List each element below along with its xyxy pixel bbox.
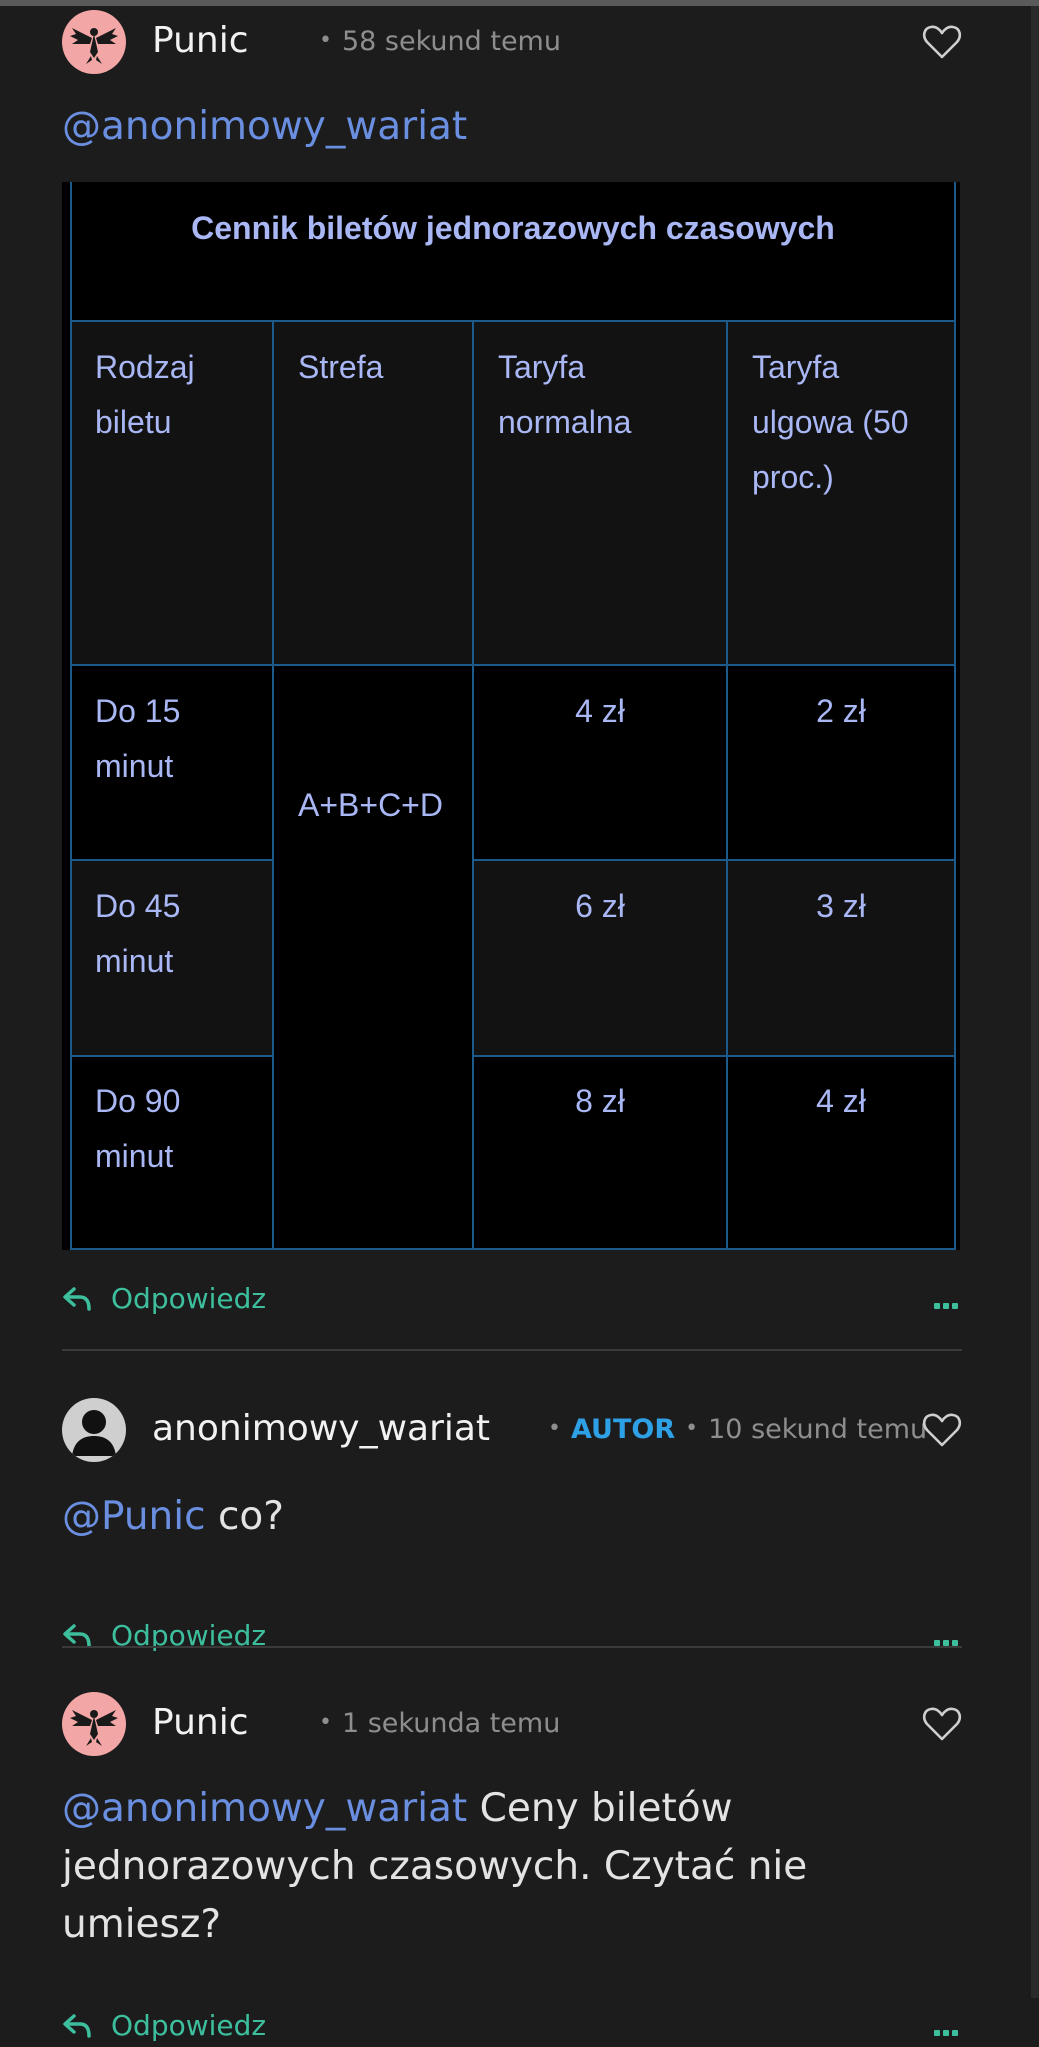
table-line (70, 320, 956, 322)
heart-icon[interactable] (922, 24, 962, 60)
ticket-price-table-image: Cennik biletów jednorazowych czasowych R… (62, 182, 960, 1250)
table-line (272, 320, 274, 1250)
more-icon[interactable] (934, 1294, 962, 1309)
table-cell: 4 zł (575, 693, 625, 729)
comment-2: anonimowy_wariat • AUTOR • 10 sekund temu (62, 1398, 962, 1462)
mention-link[interactable]: @Punic (62, 1494, 206, 1539)
table-line (70, 182, 72, 1250)
reply-button[interactable]: Odpowiedz (111, 1282, 266, 1315)
table-cell: 6 zł (575, 888, 625, 924)
heart-icon[interactable] (922, 1412, 962, 1448)
table-title: Cennik biletów jednorazowych czasowych (191, 210, 835, 246)
comment-header: Punic • 58 sekund temu (62, 10, 962, 74)
username[interactable]: anonimowy_wariat (152, 1408, 490, 1449)
table-line (70, 1055, 273, 1057)
timestamp: 1 sekunda temu (341, 1708, 561, 1739)
separator-dot: • (685, 1416, 699, 1441)
comment-actions: Odpowiedz (62, 2007, 962, 2047)
table-cell: 8 zł (575, 1083, 625, 1119)
mention-link[interactable]: @anonimowy_wariat (62, 1786, 467, 1831)
comment-meta: • AUTOR • 10 sekund temu (538, 1414, 927, 1445)
comment-text: co? (205, 1494, 284, 1539)
table-header-cell: Taryfa ulgowa (50 proc.) (752, 349, 909, 495)
table-cell-zone: A+B+C+D (298, 787, 443, 823)
top-border (0, 0, 1039, 6)
more-icon[interactable] (934, 1631, 962, 1646)
comment-meta: • 58 sekund temu (309, 26, 561, 57)
eagle-avatar-icon (70, 28, 118, 64)
table-line (473, 859, 956, 861)
table-header-cell: Strefa (298, 349, 384, 385)
reply-icon[interactable] (62, 2013, 92, 2039)
scrollbar[interactable] (1031, 6, 1039, 1998)
heart-icon[interactable] (922, 1706, 962, 1742)
table-cell: Do 45 minut (95, 888, 181, 979)
table-line (954, 182, 956, 1250)
author-badge: AUTOR (570, 1414, 676, 1445)
comment-body: @Punic co? (62, 1488, 284, 1546)
comment-1: Punic • 58 sekund temu (62, 10, 962, 74)
comment-actions: Odpowiedz (62, 1280, 962, 1320)
table-cell: Do 90 minut (95, 1083, 181, 1174)
table-header-cell: Taryfa normalna (498, 349, 632, 440)
table-cell: Do 15 minut (95, 693, 181, 784)
comment-header: Punic • 1 sekunda temu (62, 1692, 962, 1756)
avatar[interactable] (62, 1692, 126, 1756)
user-silhouette-icon (72, 1410, 116, 1456)
mention-link[interactable]: @anonimowy_wariat (62, 104, 467, 149)
comment-body: @anonimowy_wariat Ceny biletów jednorazo… (62, 1780, 962, 1954)
divider (62, 1349, 962, 1351)
table-line (70, 1248, 956, 1250)
comment-3: Punic • 1 sekunda temu (62, 1692, 962, 1756)
eagle-avatar-icon (70, 1710, 118, 1746)
comment-meta: • 1 sekunda temu (309, 1708, 560, 1739)
separator-dot: • (319, 28, 332, 53)
table-header-cell: Rodzaj biletu (95, 349, 195, 440)
comment-body: @anonimowy_wariat (62, 98, 467, 156)
comment-header: anonimowy_wariat • AUTOR • 10 sekund temu (62, 1398, 962, 1462)
timestamp: 10 sekund temu (708, 1414, 928, 1445)
comment-actions: Odpowiedz (62, 1617, 962, 1657)
avatar[interactable] (62, 10, 126, 74)
divider (62, 1646, 962, 1648)
reply-button[interactable]: Odpowiedz (111, 2009, 266, 2042)
more-icon[interactable] (934, 2021, 962, 2036)
timestamp: 58 sekund temu (341, 26, 561, 57)
username[interactable]: Punic (152, 1702, 249, 1743)
separator-dot: • (548, 1416, 561, 1441)
table-line (473, 1055, 956, 1057)
username[interactable]: Punic (152, 20, 249, 61)
separator-dot: • (319, 1710, 332, 1735)
table-cell: 2 zł (816, 693, 866, 729)
avatar[interactable] (62, 1398, 126, 1462)
reply-icon[interactable] (62, 1286, 92, 1312)
table-line (70, 859, 273, 861)
table-line (70, 664, 956, 666)
table-cell: 3 zł (816, 888, 866, 924)
table-cell: 4 zł (816, 1083, 866, 1119)
